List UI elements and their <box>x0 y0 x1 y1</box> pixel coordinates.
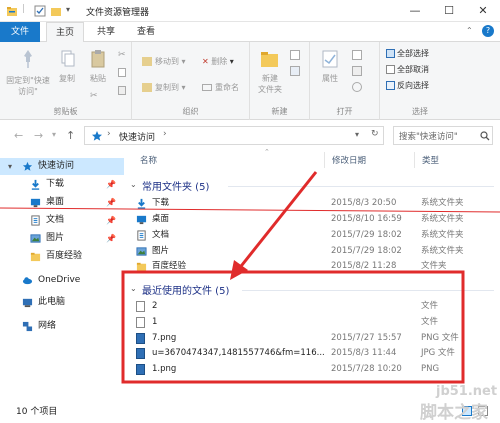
item-count: 10 个项目 <box>16 407 58 417</box>
watermark-url: jb51.net <box>436 384 498 399</box>
annotation-red-line <box>0 207 500 213</box>
annotation-red-arrow-shaft <box>236 171 318 271</box>
annotation-overlay <box>0 171 500 384</box>
annotation-red-box <box>121 270 465 384</box>
watermark-name: 脚本之家 <box>420 403 488 423</box>
